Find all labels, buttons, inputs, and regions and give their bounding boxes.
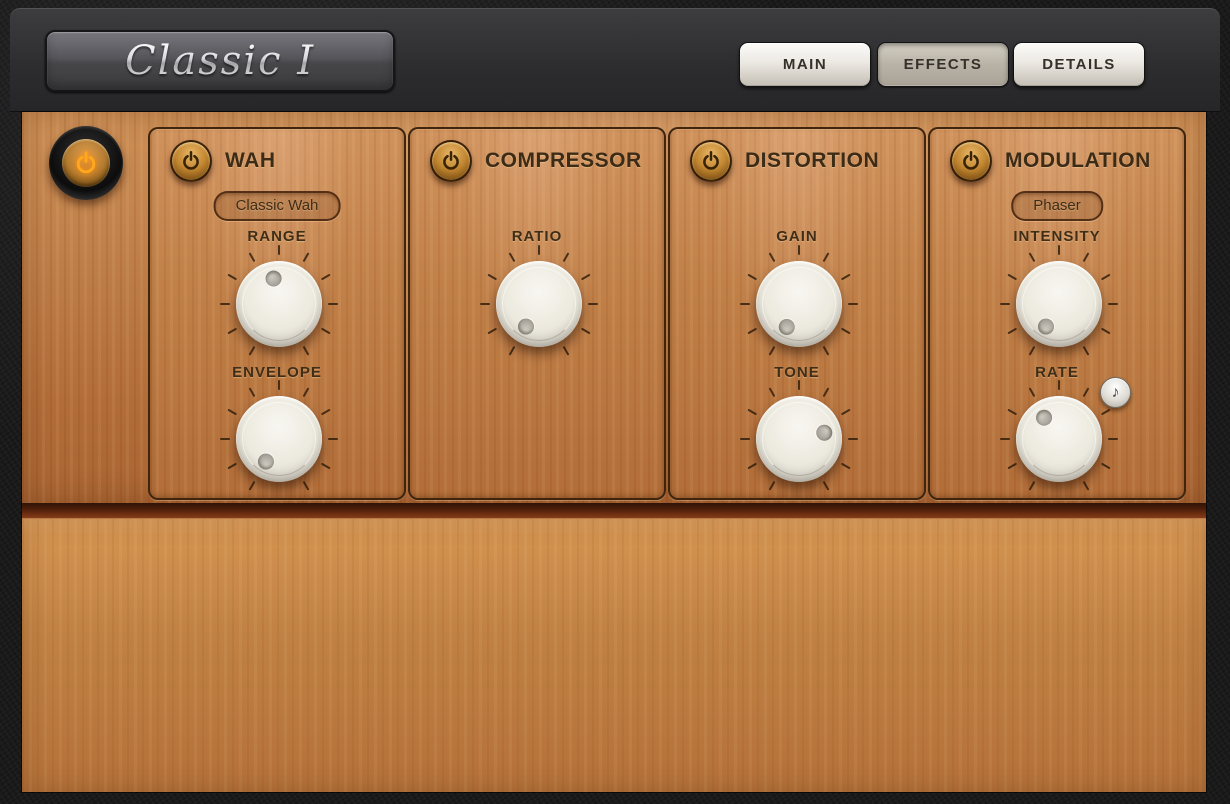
- tone-knob[interactable]: [739, 379, 859, 499]
- note-icon: ♪: [1112, 384, 1120, 401]
- fx-section-compressor: COMPRESSOR RATIO: [408, 127, 666, 500]
- power-icon: [960, 150, 982, 172]
- knob-indicator-dot: [264, 269, 283, 288]
- preset-label: Phaser: [1033, 197, 1081, 214]
- power-icon: [180, 150, 202, 172]
- classic1-plugin-window: Classic I MAIN EFFECTS DETAILS: [0, 0, 1230, 804]
- modulation-preset-selector[interactable]: Phaser: [1011, 191, 1103, 221]
- knob-label: INTENSITY: [930, 228, 1184, 245]
- knob-cap: [756, 261, 842, 347]
- header-bar: Classic I MAIN EFFECTS DETAILS: [10, 8, 1220, 112]
- section-title: WAH: [225, 149, 276, 173]
- knob-label: RATIO: [410, 228, 664, 245]
- tab-main[interactable]: MAIN: [739, 42, 871, 87]
- master-power-button[interactable]: [49, 126, 123, 200]
- nameplate-text: Classic I: [125, 38, 315, 84]
- section-title: COMPRESSOR: [485, 149, 642, 173]
- compressor-power-button[interactable]: [430, 140, 472, 182]
- wah-power-button[interactable]: [170, 140, 212, 182]
- knob-cap: [756, 396, 842, 482]
- power-icon: [440, 150, 462, 172]
- knob-cap: [236, 261, 322, 347]
- preset-label: Classic Wah: [236, 197, 319, 214]
- effects-sections-row: WAH Classic Wah RANGE ENVELOPE: [148, 127, 1186, 500]
- knob-cap: [1016, 261, 1102, 347]
- nameplate: Classic I: [45, 30, 395, 92]
- tab-effects[interactable]: EFFECTS: [877, 42, 1009, 87]
- fx-section-wah: WAH Classic Wah RANGE ENVELOPE: [148, 127, 406, 500]
- knob-indicator-dot: [1035, 316, 1057, 338]
- section-title: DISTORTION: [745, 149, 879, 173]
- wood-panel: WAH Classic Wah RANGE ENVELOPE: [22, 112, 1206, 792]
- modulation-power-button[interactable]: [950, 140, 992, 182]
- envelope-knob[interactable]: [219, 379, 339, 499]
- rate-sync-note-button[interactable]: ♪: [1100, 377, 1131, 408]
- knob-cap: [496, 261, 582, 347]
- knob-indicator-dot: [515, 316, 537, 338]
- knob-cap: [1016, 396, 1102, 482]
- knob-indicator-dot: [255, 451, 277, 473]
- intensity-knob[interactable]: [999, 244, 1119, 364]
- knob-cap: [236, 396, 322, 482]
- tab-details[interactable]: DETAILS: [1013, 42, 1145, 87]
- panel-divider: [22, 503, 1206, 519]
- knob-indicator-dot: [815, 423, 834, 442]
- master-power-coin: [62, 139, 110, 187]
- effects-area: WAH Classic Wah RANGE ENVELOPE: [22, 112, 1206, 503]
- wah-preset-selector[interactable]: Classic Wah: [214, 191, 341, 221]
- knob-indicator-dot: [776, 316, 798, 338]
- distortion-power-button[interactable]: [690, 140, 732, 182]
- section-title: MODULATION: [1005, 149, 1151, 173]
- gain-knob[interactable]: [739, 244, 859, 364]
- bottom-controls-area: FILTER PICKUP BRILLIANT TREBLE MEDIUM: [22, 519, 1206, 792]
- fx-section-modulation: MODULATION Phaser INTENSITY RATE: [928, 127, 1186, 500]
- power-icon: [700, 150, 722, 172]
- ratio-knob[interactable]: [479, 244, 599, 364]
- knob-label: RANGE: [150, 228, 404, 245]
- power-icon: [73, 150, 99, 176]
- knob-label: GAIN: [670, 228, 924, 245]
- range-knob[interactable]: [219, 244, 339, 364]
- fx-section-distortion: DISTORTION GAIN TONE: [668, 127, 926, 500]
- knob-indicator-dot: [1033, 407, 1055, 429]
